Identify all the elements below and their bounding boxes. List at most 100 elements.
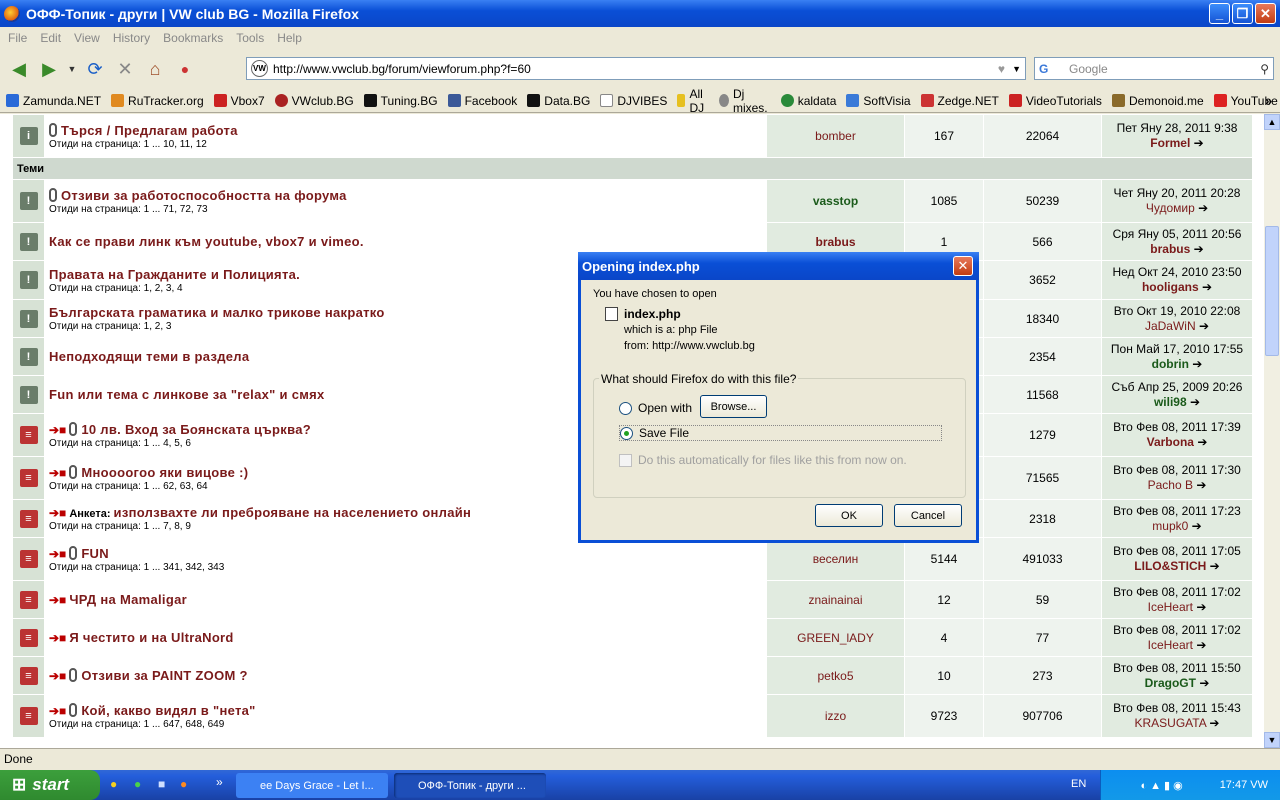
topic-title[interactable]: Отзиви за работоспособността на форума: [61, 188, 347, 203]
topic-title[interactable]: Fun или тема с линкове за "relax" и смях: [49, 387, 325, 402]
last-post-user[interactable]: Pacho B: [1148, 478, 1193, 492]
go-to-post-icon[interactable]: ➔: [1199, 676, 1209, 690]
bookmarks-overflow-icon[interactable]: »: [1265, 94, 1272, 108]
search-icon[interactable]: ⚲: [1260, 62, 1269, 76]
bookmark-vwclub[interactable]: VWclub.BG: [274, 94, 354, 108]
url-dropdown-icon[interactable]: ▼: [1012, 64, 1021, 74]
topic-author[interactable]: petko5: [766, 656, 905, 695]
topic-title[interactable]: използвахте ли преброяване на населениет…: [114, 505, 472, 520]
search-box[interactable]: G Google ⚲: [1034, 57, 1274, 80]
bookmark-demonoid[interactable]: Demonoid.me: [1111, 94, 1204, 108]
bookmark-kaldata[interactable]: kaldata: [780, 94, 836, 108]
quicklaunch-overflow-icon[interactable]: »: [216, 775, 223, 789]
menu-history[interactable]: History: [113, 31, 150, 45]
last-post-user[interactable]: mupk0: [1152, 519, 1188, 533]
last-post-user[interactable]: JaDaWiN: [1145, 319, 1196, 333]
bookmark-videotutorials[interactable]: VideoTutorials: [1008, 94, 1102, 108]
tray-icons[interactable]: ◐▲▮◉: [1141, 779, 1186, 792]
go-to-post-icon[interactable]: ➔: [1194, 242, 1204, 256]
auto-checkbox[interactable]: Do this automatically for files like thi…: [619, 453, 907, 467]
go-to-post-icon[interactable]: ➔: [1209, 716, 1219, 730]
new-post-arrow-icon[interactable]: ➔■: [49, 466, 66, 480]
page-links[interactable]: Отиди на страница: 1 ... 341, 342, 343: [49, 562, 762, 573]
forward-icon[interactable]: ▶: [34, 54, 64, 84]
topic-title[interactable]: Мноооогоо яки вицове :): [81, 465, 248, 480]
new-post-arrow-icon[interactable]: ➔■: [49, 593, 66, 607]
topic-title[interactable]: ЧРД на Mamaligar: [69, 592, 187, 607]
go-to-post-icon[interactable]: ➔: [1194, 136, 1204, 150]
address-bar[interactable]: VW http://www.vwclub.bg/forum/viewforum.…: [246, 57, 1026, 80]
bookmark-vbox7[interactable]: Vbox7: [213, 94, 265, 108]
language-indicator[interactable]: EN: [1071, 778, 1086, 790]
go-to-post-icon[interactable]: ➔: [1196, 638, 1206, 652]
go-to-post-icon[interactable]: ➔: [1202, 280, 1212, 294]
last-post-user[interactable]: DragoGT: [1145, 676, 1196, 690]
addon-icon[interactable]: ●: [170, 54, 200, 84]
page-links[interactable]: Отиди на страница: 1 ... 10, 11, 12: [49, 139, 762, 150]
quicklaunch-winamp-icon[interactable]: ●: [110, 777, 117, 791]
topic-title[interactable]: 10 лв. Вход за Боянската църква?: [81, 422, 311, 437]
go-to-post-icon[interactable]: ➔: [1196, 600, 1206, 614]
menu-tools[interactable]: Tools: [236, 31, 264, 45]
last-post-user[interactable]: KRASUGATA: [1135, 716, 1207, 730]
topic-title[interactable]: Търся / Предлагам работа: [61, 123, 238, 138]
new-post-arrow-icon[interactable]: ➔■: [49, 506, 66, 520]
quicklaunch-utorrent-icon[interactable]: ●: [134, 777, 141, 791]
topic-title[interactable]: Кой, какво видял в "нета": [81, 703, 255, 718]
new-post-arrow-icon[interactable]: ➔■: [49, 423, 66, 437]
go-to-post-icon[interactable]: ➔: [1210, 559, 1220, 573]
bookmark-tuning[interactable]: Tuning.BG: [363, 94, 438, 108]
dialog-close-button[interactable]: ✕: [953, 256, 973, 276]
start-button[interactable]: ⊞ start: [0, 770, 100, 800]
page-links[interactable]: Отиди на страница: 1 ... 647, 648, 649: [49, 719, 762, 730]
bookmark-zedge[interactable]: Zedge.NET: [920, 94, 999, 108]
back-icon[interactable]: ◀: [4, 54, 34, 84]
cancel-button[interactable]: Cancel: [894, 504, 962, 527]
last-post-user[interactable]: IceHeart: [1148, 638, 1193, 652]
menu-file[interactable]: File: [8, 31, 27, 45]
topic-title[interactable]: Отзиви за PAINT ZOOM ?: [81, 668, 247, 683]
topic-title[interactable]: FUN: [81, 546, 109, 561]
task-firefox[interactable]: ОФФ-Топик - други ...: [394, 773, 546, 798]
home-icon[interactable]: ⌂: [140, 54, 170, 84]
last-post-user[interactable]: brabus: [1150, 242, 1190, 256]
bookmark-rutracker[interactable]: RuTracker.org: [111, 94, 204, 108]
history-dropdown-icon[interactable]: ▼: [64, 54, 80, 84]
topic-title[interactable]: Българската граматика и малко трикове на…: [49, 305, 385, 320]
bookmark-djmixes[interactable]: Dj mixes.: [719, 87, 771, 115]
page-links[interactable]: Отиди на страница: 1 ... 71, 72, 73: [49, 204, 762, 215]
bookmark-databg[interactable]: Data.BG: [527, 94, 590, 108]
new-post-arrow-icon[interactable]: ➔■: [49, 547, 66, 561]
task-music-player[interactable]: ee Days Grace - Let I...: [236, 773, 388, 798]
go-to-post-icon[interactable]: ➔: [1199, 319, 1209, 333]
new-post-arrow-icon[interactable]: ➔■: [49, 631, 66, 645]
last-post-user[interactable]: wili98: [1154, 395, 1187, 409]
open-with-radio[interactable]: Open with: [619, 401, 692, 415]
last-post-user[interactable]: Чудомир: [1146, 201, 1195, 215]
bookmark-djvibes[interactable]: DJVIBES: [600, 94, 667, 108]
topic-title[interactable]: Правата на Гражданите и Полицията.: [49, 267, 300, 282]
last-post-user[interactable]: IceHeart: [1148, 600, 1193, 614]
last-post-user[interactable]: hooligans: [1142, 280, 1199, 294]
bookmark-zamunda[interactable]: Zamunda.NET: [6, 94, 101, 108]
topic-author[interactable]: bomber: [766, 114, 905, 158]
menu-help[interactable]: Help: [277, 31, 302, 45]
topic-author[interactable]: izzo: [766, 694, 905, 738]
topic-author[interactable]: znainainai: [766, 580, 905, 619]
scroll-up-icon[interactable]: ▲: [1264, 114, 1280, 130]
go-to-post-icon[interactable]: ➔: [1197, 435, 1207, 449]
last-post-user[interactable]: Formel: [1150, 136, 1190, 150]
browse-button[interactable]: Browse...: [700, 395, 767, 418]
vertical-scrollbar[interactable]: ▲ ▼: [1264, 114, 1280, 748]
scroll-thumb[interactable]: [1265, 226, 1279, 356]
go-to-post-icon[interactable]: ➔: [1196, 478, 1206, 492]
bookmark-facebook[interactable]: Facebook: [447, 94, 517, 108]
bookmark-alldj[interactable]: All DJ: [677, 87, 709, 115]
topic-author[interactable]: GREEN_lADY: [766, 618, 905, 657]
last-post-user[interactable]: dobrin: [1152, 357, 1189, 371]
new-post-arrow-icon[interactable]: ➔■: [49, 669, 66, 683]
topic-title[interactable]: Неподходящи теми в раздела: [49, 349, 249, 364]
topic-author[interactable]: vasstop: [766, 179, 905, 223]
maximize-button[interactable]: ❐: [1232, 3, 1253, 24]
close-window-button[interactable]: ✕: [1255, 3, 1276, 24]
